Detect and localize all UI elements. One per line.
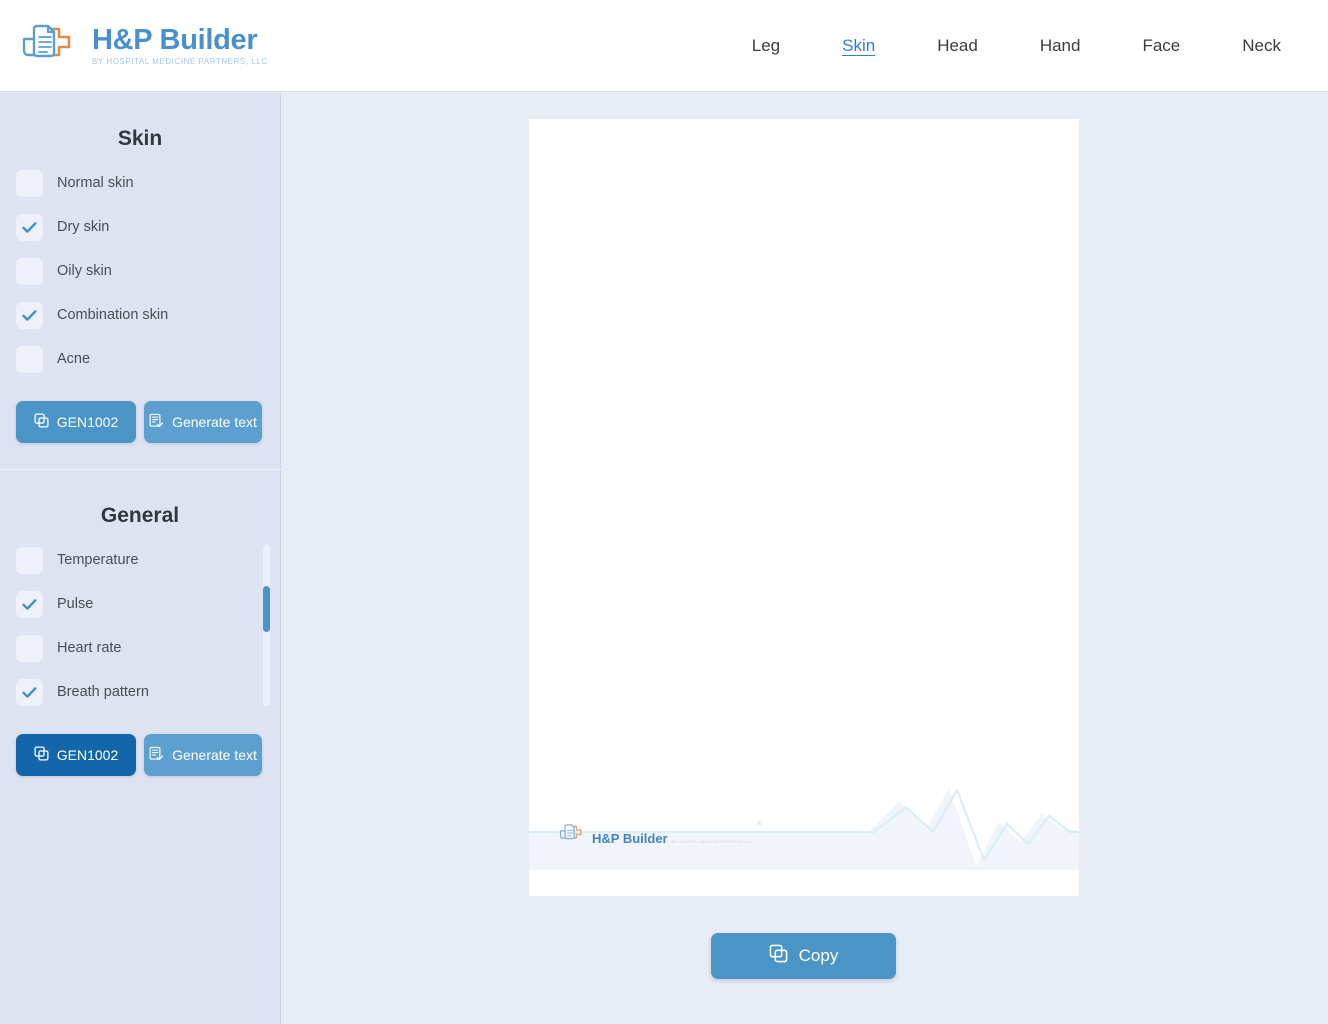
generate-text-label: Generate text xyxy=(172,414,257,430)
option-pulse[interactable]: Pulse xyxy=(16,582,264,626)
option-heart-rate[interactable]: Heart rate xyxy=(16,626,264,670)
checkbox-pulse[interactable] xyxy=(16,590,43,618)
option-oily-skin[interactable]: Oily skin xyxy=(16,249,264,293)
option-dry-skin[interactable]: Dry skin xyxy=(16,205,264,249)
checkbox-acne[interactable] xyxy=(16,345,43,373)
panel-general: General Temperature Pulse Heart rate Bre… xyxy=(0,470,280,776)
copy-icon xyxy=(769,944,788,968)
checkbox-dry-skin[interactable] xyxy=(16,213,43,241)
option-normal-skin[interactable]: Normal skin xyxy=(16,161,264,205)
checkbox-combination-skin[interactable] xyxy=(16,301,43,329)
watermark-brand: ® H&P Builder BY HOSPITAL MEDICINE PARTN… xyxy=(557,820,762,848)
main-content: ® H&P Builder BY HOSPITAL MEDICINE PARTN… xyxy=(282,93,1328,1024)
hp-builder-logo-icon xyxy=(557,820,585,848)
checkbox-heart-rate[interactable] xyxy=(16,634,43,662)
watermark-text: ® H&P Builder BY HOSPITAL MEDICINE PARTN… xyxy=(592,821,762,848)
copy-icon xyxy=(34,746,49,764)
option-breath-pattern[interactable]: Breath pattern xyxy=(16,670,264,714)
brand-text: H&P Builder BY HOSPITAL MEDICINE PARTNER… xyxy=(92,23,268,67)
nav-item-face[interactable]: Face xyxy=(1142,32,1180,60)
option-label: Dry skin xyxy=(57,219,110,235)
panel-skin: Skin Normal skin Dry skin Oily skin Comb… xyxy=(0,93,280,443)
option-list-skin: Normal skin Dry skin Oily skin Combinati… xyxy=(16,161,264,381)
checkbox-temperature[interactable] xyxy=(16,546,43,574)
option-temperature[interactable]: Temperature xyxy=(16,538,264,582)
copy-button[interactable]: Copy xyxy=(711,933,896,979)
option-label: Acne xyxy=(57,351,91,367)
option-label: Pulse xyxy=(57,596,94,612)
checkbox-normal-skin[interactable] xyxy=(16,169,43,197)
option-label: Oily skin xyxy=(57,263,112,279)
nav-item-skin[interactable]: Skin xyxy=(842,32,875,60)
watermark-subtitle: BY HOSPITAL MEDICINE PARTNERS, LLC xyxy=(672,840,753,844)
hp-builder-logo-icon xyxy=(16,15,78,77)
copy-label: Copy xyxy=(798,946,839,965)
main-navigation: Leg Skin Head Hand Face Neck xyxy=(721,32,1328,60)
document-check-icon xyxy=(149,746,164,764)
brand-subtitle: BY HOSPITAL MEDICINE PARTNERS, LLC xyxy=(92,57,268,67)
checkbox-breath-pattern[interactable] xyxy=(16,678,43,706)
option-combination-skin[interactable]: Combination skin xyxy=(16,293,264,337)
generate-text-button-skin[interactable]: Generate text xyxy=(144,401,262,443)
app-header: H&P Builder BY HOSPITAL MEDICINE PARTNER… xyxy=(0,0,1328,92)
gen1002-label: GEN1002 xyxy=(56,747,119,763)
button-row-general: GEN1002 Generate text xyxy=(16,734,264,776)
panel-title-skin: Skin xyxy=(117,127,163,150)
option-label: Temperature xyxy=(57,552,139,568)
brand-title: H&P Builder xyxy=(92,23,258,56)
panel-title-general: General xyxy=(100,504,180,527)
document-preview[interactable]: ® H&P Builder BY HOSPITAL MEDICINE PARTN… xyxy=(529,119,1079,896)
option-label: Combination skin xyxy=(57,307,169,323)
button-row-skin: GEN1002 Generate text xyxy=(16,401,264,443)
option-list-general: Temperature Pulse Heart rate Breath patt… xyxy=(16,538,270,714)
option-label: Breath pattern xyxy=(57,684,149,700)
sidebar: Skin Normal skin Dry skin Oily skin Comb… xyxy=(0,93,281,1024)
nav-item-leg[interactable]: Leg xyxy=(752,32,780,60)
gen1002-label: GEN1002 xyxy=(56,414,119,430)
generate-text-button-general[interactable]: Generate text xyxy=(144,734,262,776)
general-list-scrollbar-thumb[interactable] xyxy=(263,586,270,632)
nav-item-neck[interactable]: Neck xyxy=(1242,32,1281,60)
watermark-title: H&P Builder xyxy=(592,831,668,846)
option-acne[interactable]: Acne xyxy=(16,337,264,381)
brand: H&P Builder BY HOSPITAL MEDICINE PARTNER… xyxy=(16,15,268,77)
document-watermark: ® H&P Builder BY HOSPITAL MEDICINE PARTN… xyxy=(529,780,1079,870)
generate-text-label: Generate text xyxy=(172,747,257,763)
copy-icon xyxy=(34,413,49,431)
option-label: Normal skin xyxy=(57,175,134,191)
option-label: Heart rate xyxy=(57,640,122,656)
nav-item-hand[interactable]: Hand xyxy=(1040,32,1081,60)
nav-item-head[interactable]: Head xyxy=(937,32,978,60)
gen1002-button-skin[interactable]: GEN1002 xyxy=(16,401,136,443)
gen1002-button-general[interactable]: GEN1002 xyxy=(16,734,136,776)
general-list-scrollbar[interactable] xyxy=(263,544,270,706)
checkbox-oily-skin[interactable] xyxy=(16,257,43,285)
registered-mark: ® xyxy=(756,821,762,828)
document-check-icon xyxy=(149,413,164,431)
